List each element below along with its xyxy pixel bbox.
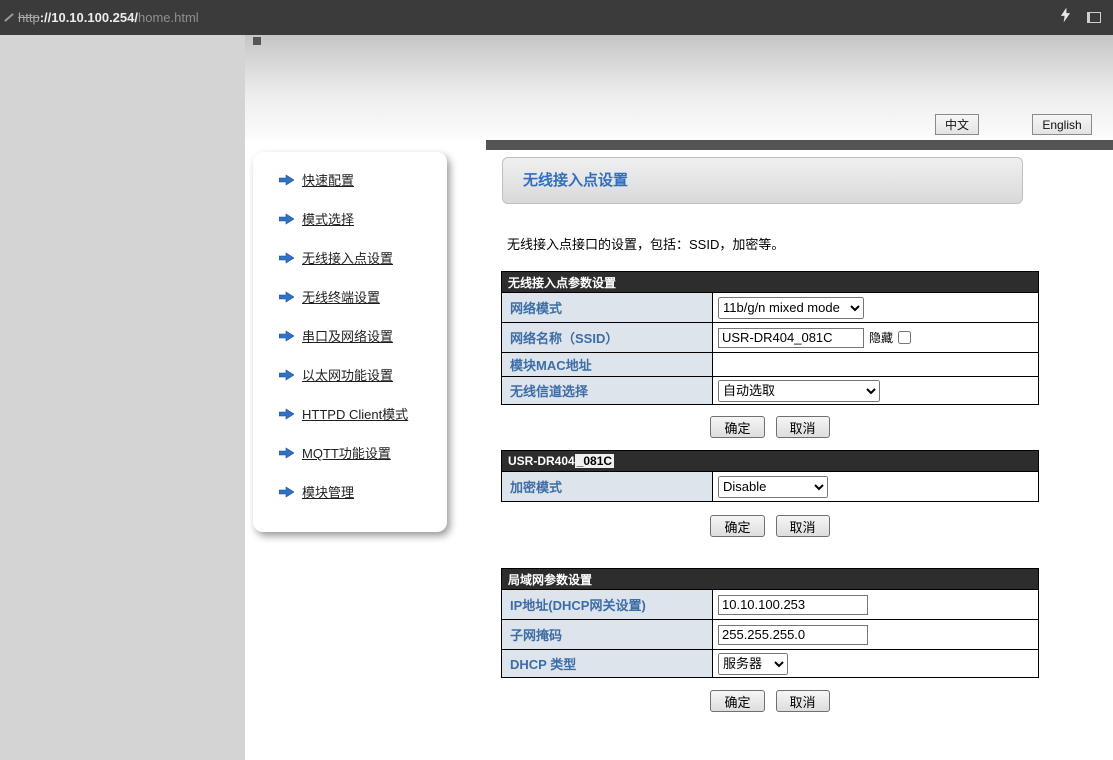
header-gradient (245, 35, 1113, 140)
table-row: DHCP 类型 服务器 (502, 649, 1038, 677)
subnet-mask-input[interactable] (718, 625, 868, 645)
table-row: 网络名称（SSID） 隐藏 (502, 322, 1038, 352)
insecure-slash-icon (4, 13, 14, 22)
desktop-left-pane (0, 35, 245, 760)
browser-topbar: http://10.10.100.254/home.html (0, 0, 1113, 35)
sidebar-item-mqtt[interactable]: MQTT功能设置 (253, 433, 447, 472)
frame-expand-icon[interactable] (1087, 12, 1101, 23)
security-cancel-button[interactable]: 取消 (776, 515, 830, 537)
arrow-right-icon (279, 330, 294, 342)
mac-address-value (713, 353, 1038, 376)
lightning-icon[interactable] (1060, 7, 1071, 28)
ap-cancel-button[interactable]: 取消 (776, 416, 830, 438)
ssid-input[interactable] (718, 328, 864, 348)
sidebar-item-label: 无线终端设置 (302, 287, 380, 306)
ip-address-label: IP地址(DHCP网关设置) (502, 590, 713, 619)
lan-ok-button[interactable]: 确定 (710, 690, 764, 712)
encryption-mode-label: 加密模式 (502, 472, 713, 501)
ssid-label: 网络名称（SSID） (502, 323, 713, 352)
table-header: 局域网参数设置 (502, 569, 1038, 589)
sidebar-item-mode-select[interactable]: 模式选择 (253, 199, 447, 238)
ip-address-input[interactable] (718, 595, 868, 615)
ssid-header-prefix: USR-DR404 (508, 454, 575, 468)
arrow-right-icon (279, 486, 294, 498)
url-host: ://10.10.100.254/ (40, 10, 138, 25)
sidebar-item-label: MQTT功能设置 (302, 443, 391, 462)
table-row: 子网掩码 (502, 619, 1038, 649)
sidebar-item-label: 模块管理 (302, 482, 354, 501)
security-ok-button[interactable]: 确定 (710, 515, 764, 537)
ap-settings-table: 无线接入点参数设置 网络模式 11b/g/n mixed mode 网络名称（S… (501, 271, 1039, 405)
network-mode-label: 网络模式 (502, 293, 713, 322)
table-row: 无线信道选择 自动选取 (502, 376, 1038, 404)
wifi-channel-label: 无线信道选择 (502, 377, 713, 404)
sidebar-item-uart-network[interactable]: 串口及网络设置 (253, 316, 447, 355)
language-english-button[interactable]: English (1032, 114, 1092, 135)
page-title: 无线接入点设置 (502, 157, 1023, 204)
table-header: USR-DR404_081C (502, 451, 1038, 471)
url-page: home.html (138, 10, 199, 25)
sidebar-item-label: 串口及网络设置 (302, 326, 393, 345)
table-row: IP地址(DHCP网关设置) (502, 589, 1038, 619)
page-content: 中文 English 快速配置 模式选择 无线接入点设置 无线终端设置 (245, 35, 1113, 760)
arrow-right-icon (279, 213, 294, 225)
arrow-right-icon (279, 447, 294, 459)
table-row: 加密模式 Disable (502, 471, 1038, 501)
sidebar-item-label: HTTPD Client模式 (302, 404, 408, 423)
sidebar-item-ethernet[interactable]: 以太网功能设置 (253, 355, 447, 394)
sidebar-item-sta-settings[interactable]: 无线终端设置 (253, 277, 447, 316)
sidebar-item-quick-config[interactable]: 快速配置 (253, 160, 447, 199)
dhcp-type-select[interactable]: 服务器 (718, 653, 788, 675)
sidebar-item-label: 以太网功能设置 (302, 365, 393, 384)
network-mode-select[interactable]: 11b/g/n mixed mode (718, 297, 864, 319)
ssid-header-highlight: _081C (575, 454, 614, 468)
table-row: 网络模式 11b/g/n mixed mode (502, 292, 1038, 322)
arrow-right-icon (279, 369, 294, 381)
corner-mark-icon (253, 37, 261, 45)
sidebar-item-httpd-client[interactable]: HTTPD Client模式 (253, 394, 447, 433)
wifi-channel-select[interactable]: 自动选取 (718, 380, 880, 402)
encryption-mode-select[interactable]: Disable (718, 476, 828, 498)
sidebar-item-label: 模式选择 (302, 209, 354, 228)
page-description: 无线接入点接口的设置，包括：SSID，加密等。 (507, 234, 784, 253)
arrow-right-icon (279, 174, 294, 186)
screen: http://10.10.100.254/home.html 中文 Englis… (0, 0, 1113, 760)
header-divider-bar (486, 140, 1113, 150)
sidebar-item-ap-settings[interactable]: 无线接入点设置 (253, 238, 447, 277)
ap-ok-button[interactable]: 确定 (710, 416, 764, 438)
table-row: 模块MAC地址 (502, 352, 1038, 376)
table-header: 无线接入点参数设置 (502, 272, 1038, 292)
hide-ssid-label: 隐藏 (869, 329, 893, 346)
sidebar-item-module-manage[interactable]: 模块管理 (253, 472, 447, 511)
lan-settings-table: 局域网参数设置 IP地址(DHCP网关设置) 子网掩码 DHCP 类型 服务器 (501, 568, 1039, 678)
arrow-right-icon (279, 252, 294, 264)
language-chinese-button[interactable]: 中文 (935, 114, 979, 135)
hide-ssid-checkbox[interactable] (898, 331, 911, 344)
mac-address-label: 模块MAC地址 (502, 353, 713, 376)
security-table: USR-DR404_081C 加密模式 Disable (501, 450, 1039, 502)
sidebar-item-label: 快速配置 (302, 170, 354, 189)
arrow-right-icon (279, 291, 294, 303)
sidebar-item-label: 无线接入点设置 (302, 248, 393, 267)
arrow-right-icon (279, 408, 294, 420)
url-scheme: http (18, 10, 40, 25)
subnet-mask-label: 子网掩码 (502, 620, 713, 649)
address-bar[interactable]: http://10.10.100.254/home.html (0, 10, 199, 25)
lan-cancel-button[interactable]: 取消 (776, 690, 830, 712)
sidebar-nav: 快速配置 模式选择 无线接入点设置 无线终端设置 串口及网络设置 以太网功能设置 (253, 152, 447, 532)
dhcp-type-label: DHCP 类型 (502, 650, 713, 677)
